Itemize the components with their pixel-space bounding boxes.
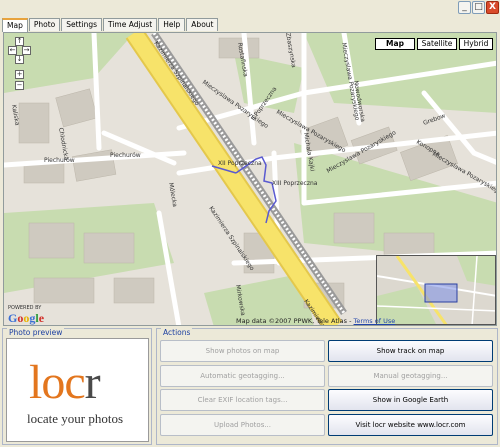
map-type-satellite-button[interactable]: Satellite	[417, 38, 457, 50]
pan-down-icon[interactable]: ↓	[15, 55, 24, 64]
upload-photos-button[interactable]: Upload Photos...	[160, 414, 325, 436]
close-button[interactable]: X	[486, 1, 499, 14]
minimize-button[interactable]: _	[458, 1, 471, 14]
pan-up-icon[interactable]: ↑	[15, 37, 24, 46]
tab-settings[interactable]: Settings	[61, 18, 102, 31]
show-track-on-map-button[interactable]: Show track on map	[328, 340, 493, 362]
overview-viewport	[424, 283, 458, 303]
overview-minimap[interactable]	[376, 255, 496, 325]
tab-time-adjust[interactable]: Time Adjust	[103, 18, 158, 31]
tab-help[interactable]: Help	[158, 18, 186, 31]
street-label: XII Poprzeczna	[218, 160, 262, 167]
map-copyright: Map data ©2007 PPWK, Tele Atlas - Terms …	[236, 317, 395, 325]
map-type-hybrid-button[interactable]: Hybrid	[459, 38, 493, 50]
overview-minimap-canvas	[377, 256, 495, 324]
terms-of-use-link[interactable]: Terms of Use	[354, 317, 396, 325]
tab-map[interactable]: Map	[2, 18, 28, 32]
street-label: XIII Poprzeczna	[272, 180, 318, 187]
street-label: Piechurów	[110, 152, 141, 159]
clear-exif-location-tags-button[interactable]: Clear EXIF location tags...	[160, 389, 325, 411]
pan-right-icon[interactable]: →	[22, 46, 31, 55]
locr-logo: locr	[29, 356, 101, 409]
zoom-out-icon[interactable]: −	[15, 81, 24, 90]
copyright-text: Map data ©2007 PPWK, Tele Atlas -	[236, 317, 354, 325]
actions-label: Actions	[161, 328, 193, 337]
locr-logo-r: r	[84, 356, 101, 409]
map-type-map-button[interactable]: Map	[375, 38, 415, 50]
maximize-button[interactable]: □	[472, 1, 485, 14]
photo-preview-box: locr locate your photos	[6, 338, 149, 442]
actions-group: Actions Show photos on map Show track on…	[156, 328, 498, 445]
locr-tagline: locate your photos	[27, 411, 124, 426]
photo-preview-label: Photo preview	[7, 328, 65, 337]
google-logo[interactable]: Google	[8, 311, 44, 325]
tab-about[interactable]: About	[186, 18, 219, 31]
zoom-in-icon[interactable]: +	[15, 70, 24, 79]
visit-locr-website-button[interactable]: Visit locr website www.locr.com	[328, 414, 493, 436]
tab-bar: Map Photo Settings Time Adjust Help Abou…	[2, 18, 219, 32]
manual-geotagging-button[interactable]: Manual geotagging...	[328, 365, 493, 387]
window-titlebar: _ □ X	[0, 0, 500, 16]
tab-photo[interactable]: Photo	[28, 18, 61, 31]
show-in-google-earth-button[interactable]: Show in Google Earth	[328, 389, 493, 411]
photo-preview-group: Photo preview locr locate your photos	[2, 328, 152, 445]
locr-logo-text: loc	[29, 356, 86, 409]
automatic-geotagging-button[interactable]: Automatic geotagging...	[160, 365, 325, 387]
show-photos-on-map-button[interactable]: Show photos on map	[160, 340, 325, 362]
pan-left-icon[interactable]: ←	[8, 46, 17, 55]
map-view[interactable]: Kazimierza Szpinalskiego Kazimierza Szpi…	[3, 32, 497, 326]
